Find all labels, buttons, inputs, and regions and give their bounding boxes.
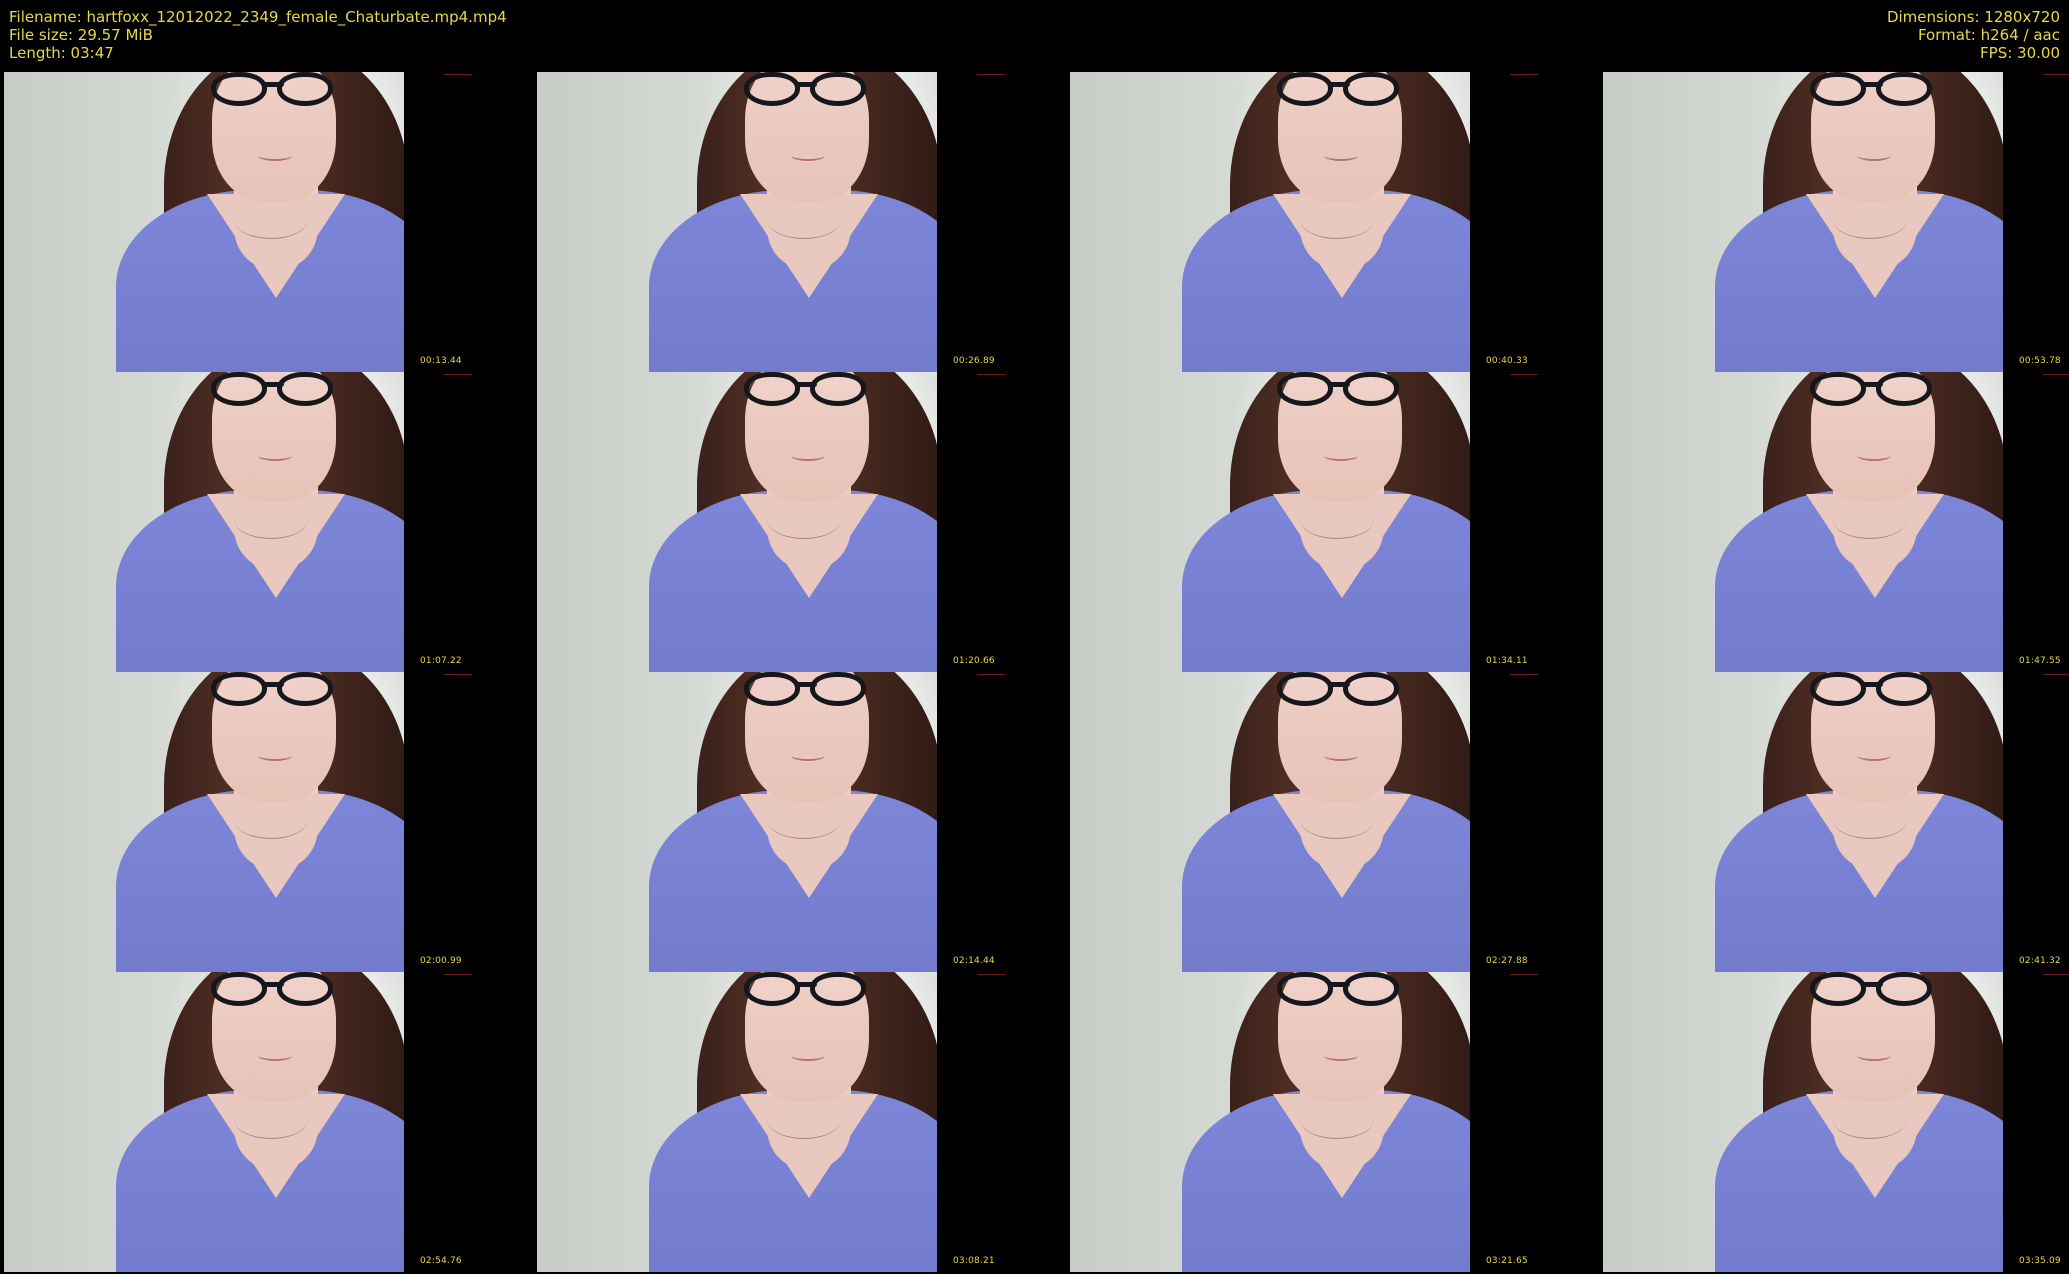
- tiny-overlay-mark: [444, 374, 472, 375]
- filename-label: Filename: hartfoxx_12012022_2349_female_…: [9, 8, 507, 26]
- frame-timestamp: 01:47.55: [2019, 656, 2061, 666]
- tiny-overlay-mark: [444, 74, 472, 75]
- thumbnail-cell: 01:20.66: [533, 372, 1066, 672]
- glasses-icon: [744, 972, 866, 1008]
- frame-timestamp: 01:34.11: [1486, 656, 1528, 666]
- frame-timestamp: 03:21.65: [1486, 1256, 1528, 1266]
- tiny-overlay-mark: [977, 974, 1005, 975]
- glasses-icon: [744, 672, 866, 708]
- video-thumbnail: [1070, 72, 1470, 372]
- tiny-overlay-mark: [977, 674, 1005, 675]
- glasses-icon: [1277, 72, 1399, 108]
- tiny-overlay-mark: [1510, 974, 1538, 975]
- thumbnail-grid: 00:13.44 00:26.89 00:40.33 00:53.78 01:0: [0, 72, 2069, 1274]
- dimensions-label: Dimensions: 1280x720: [1886, 8, 2060, 26]
- metadata-header: Filename: hartfoxx_12012022_2349_female_…: [0, 0, 2069, 72]
- frame-timestamp: 02:41.32: [2019, 956, 2061, 966]
- tiny-overlay-mark: [977, 74, 1005, 75]
- length-label: Length: 03:47: [9, 44, 114, 62]
- glasses-icon: [1810, 72, 1932, 108]
- tiny-overlay-mark: [2043, 374, 2069, 375]
- thumbnail-cell: 02:00.99: [0, 672, 533, 972]
- thumbnail-cell: 03:35.09: [1599, 972, 2069, 1272]
- frame-timestamp: 02:00.99: [420, 956, 462, 966]
- video-thumbnail: [1070, 972, 1470, 1272]
- frame-timestamp: 03:08.21: [953, 1256, 995, 1266]
- glasses-icon: [211, 72, 333, 108]
- thumbnail-cell: 01:47.55: [1599, 372, 2069, 672]
- video-thumbnail: [537, 972, 937, 1272]
- video-thumbnail: [1603, 372, 2003, 672]
- tiny-overlay-mark: [2043, 674, 2069, 675]
- frame-timestamp: 02:14.44: [953, 956, 995, 966]
- thumbnail-cell: 00:26.89: [533, 72, 1066, 372]
- thumbnail-cell: 02:27.88: [1066, 672, 1599, 972]
- glasses-icon: [1810, 672, 1932, 708]
- fps-label: FPS: 30.00: [1980, 44, 2060, 62]
- video-thumbnail: [1603, 672, 2003, 972]
- tiny-overlay-mark: [2043, 974, 2069, 975]
- video-thumbnail: [4, 372, 404, 672]
- tiny-overlay-mark: [444, 674, 472, 675]
- glasses-icon: [744, 72, 866, 108]
- thumbnail-cell: 02:41.32: [1599, 672, 2069, 972]
- frame-timestamp: 01:20.66: [953, 656, 995, 666]
- glasses-icon: [1277, 372, 1399, 408]
- glasses-icon: [211, 672, 333, 708]
- video-thumbnail: [1603, 72, 2003, 372]
- video-thumbnail: [1603, 972, 2003, 1272]
- tiny-overlay-mark: [977, 374, 1005, 375]
- frame-timestamp: 01:07.22: [420, 656, 462, 666]
- frame-timestamp: 00:13.44: [420, 356, 462, 366]
- thumbnail-cell: 00:53.78: [1599, 72, 2069, 372]
- video-thumbnail: [537, 372, 937, 672]
- video-thumbnail: [4, 972, 404, 1272]
- glasses-icon: [1810, 972, 1932, 1008]
- glasses-icon: [211, 972, 333, 1008]
- thumbnail-cell: 01:07.22: [0, 372, 533, 672]
- file-size-label: File size: 29.57 MiB: [9, 26, 153, 44]
- video-thumbnail: [4, 72, 404, 372]
- thumbnail-cell: 00:40.33: [1066, 72, 1599, 372]
- frame-timestamp: 02:27.88: [1486, 956, 1528, 966]
- glasses-icon: [1277, 972, 1399, 1008]
- thumbnail-cell: 03:21.65: [1066, 972, 1599, 1272]
- tiny-overlay-mark: [444, 974, 472, 975]
- glasses-icon: [744, 372, 866, 408]
- format-label: Format: h264 / aac: [1917, 26, 2060, 44]
- thumbnail-cell: 00:13.44: [0, 72, 533, 372]
- thumbnail-cell: 01:34.11: [1066, 372, 1599, 672]
- tiny-overlay-mark: [1510, 674, 1538, 675]
- frame-timestamp: 03:35.09: [2019, 1256, 2061, 1266]
- frame-timestamp: 00:40.33: [1486, 356, 1528, 366]
- frame-timestamp: 02:54.76: [420, 1256, 462, 1266]
- glasses-icon: [211, 372, 333, 408]
- thumbnail-cell: 03:08.21: [533, 972, 1066, 1272]
- tiny-overlay-mark: [1510, 374, 1538, 375]
- tiny-overlay-mark: [1510, 74, 1538, 75]
- video-thumbnail: [537, 72, 937, 372]
- thumbnail-cell: 02:14.44: [533, 672, 1066, 972]
- video-metadata: Dimensions: 1280x720 Format: h264 / aac …: [1887, 8, 2060, 62]
- video-thumbnail: [1070, 672, 1470, 972]
- glasses-icon: [1277, 672, 1399, 708]
- frame-timestamp: 00:53.78: [2019, 356, 2061, 366]
- video-thumbnail: [1070, 372, 1470, 672]
- frame-timestamp: 00:26.89: [953, 356, 995, 366]
- glasses-icon: [1810, 372, 1932, 408]
- video-thumbnail: [537, 672, 937, 972]
- tiny-overlay-mark: [2043, 74, 2069, 75]
- file-metadata: Filename: hartfoxx_12012022_2349_female_…: [9, 8, 507, 62]
- video-thumbnail: [4, 672, 404, 972]
- thumbnail-cell: 02:54.76: [0, 972, 533, 1272]
